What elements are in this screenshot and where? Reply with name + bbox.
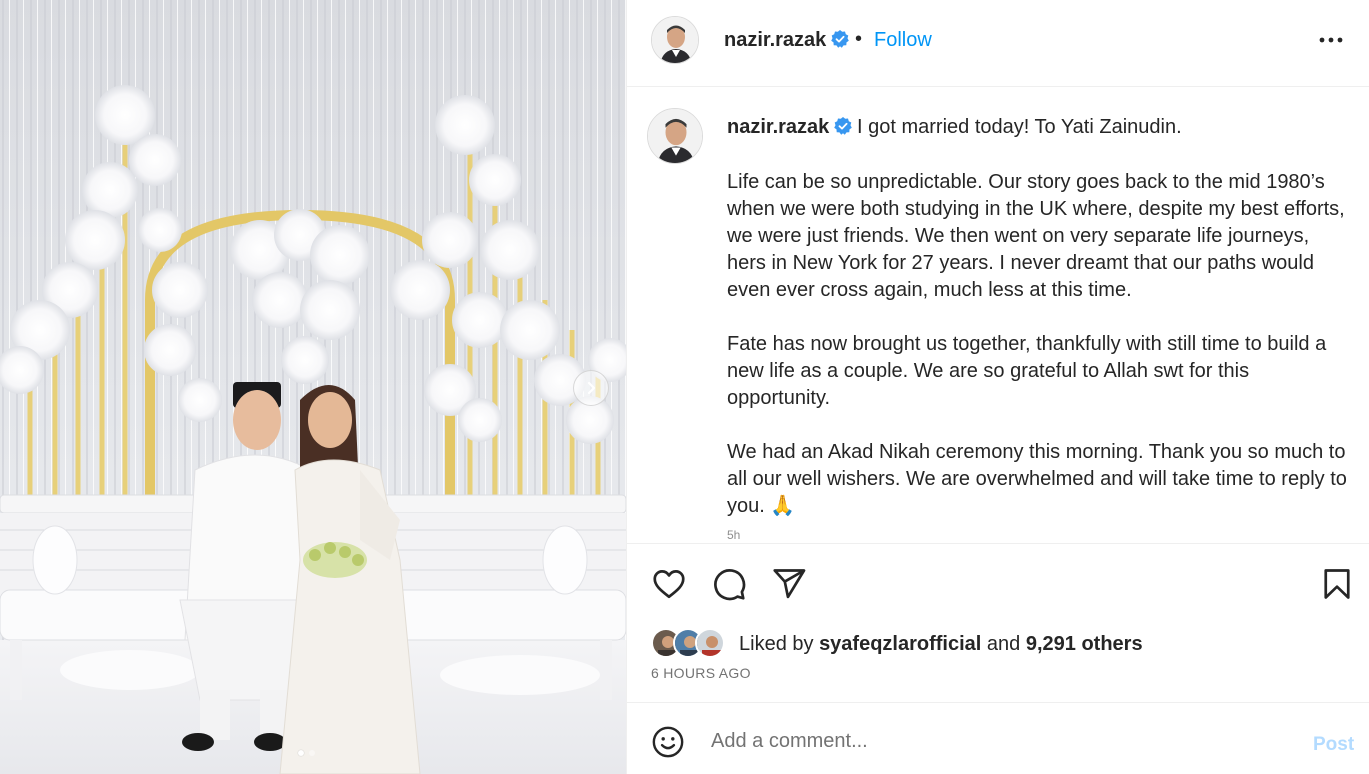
comment-bubble-icon xyxy=(714,569,746,601)
post-side-panel: nazir.razak • Follow nazir.razak I got m… xyxy=(626,0,1369,774)
author-avatar[interactable] xyxy=(651,16,699,64)
save-button[interactable] xyxy=(1319,566,1355,602)
heart-icon xyxy=(653,570,685,599)
caption-author-avatar[interactable] xyxy=(647,108,703,164)
emoji-button[interactable] xyxy=(651,725,685,759)
liker-avatars[interactable] xyxy=(651,628,731,660)
author-username[interactable]: nazir.razak xyxy=(724,29,850,52)
avatar-image xyxy=(648,109,702,163)
wedding-photo xyxy=(0,0,626,774)
more-options-button[interactable] xyxy=(1317,30,1345,50)
caption-paragraph: Fate has now brought us together, thankf… xyxy=(727,333,1327,409)
caption-username[interactable]: nazir.razak xyxy=(727,116,853,139)
verified-badge-icon xyxy=(834,117,853,135)
likes-text: Liked by syafeqzlarofficial and 9,291 ot… xyxy=(739,633,1143,656)
share-button[interactable] xyxy=(771,566,807,602)
likes-prefix: Liked by xyxy=(739,633,814,655)
comment-button[interactable] xyxy=(711,566,747,602)
post-comment-button[interactable]: Post xyxy=(1313,734,1354,756)
post-header: nazir.razak • Follow xyxy=(627,0,1369,87)
like-button[interactable] xyxy=(651,566,687,602)
header-separator: • xyxy=(855,28,863,50)
bookmark-icon xyxy=(1324,569,1350,599)
paper-plane-icon xyxy=(773,569,806,599)
first-liker-link[interactable]: syafeqzlarofficial xyxy=(819,633,981,655)
caption-body: Life can be so unpredictable. Our story … xyxy=(727,169,1347,543)
caption-timestamp[interactable]: 5h xyxy=(727,528,740,542)
chevron-right-icon xyxy=(587,381,596,395)
more-options-icon xyxy=(1319,37,1343,43)
post-caption: nazir.razak I got married today! To Yati… xyxy=(627,88,1369,543)
comment-input[interactable] xyxy=(711,723,1271,759)
caption-username-text[interactable]: nazir.razak xyxy=(727,116,829,138)
liker-avatar xyxy=(695,628,725,658)
comment-composer: Post xyxy=(627,702,1369,774)
carousel-indicator xyxy=(298,750,315,756)
caption-paragraph: We had an Akad Nikah ceremony this morni… xyxy=(727,441,1347,517)
avatar-image xyxy=(697,630,723,656)
caption-paragraph: Life can be so unpredictable. Our story … xyxy=(727,171,1345,301)
post-photo[interactable] xyxy=(0,0,626,774)
verified-badge-icon xyxy=(831,30,850,48)
avatar-image xyxy=(652,17,698,63)
action-bar xyxy=(627,543,1369,623)
post-time-ago[interactable]: 6 HOURS AGO xyxy=(651,665,751,681)
smiley-icon xyxy=(652,726,684,758)
caption-first-line: I got married today! To Yati Zainudin. xyxy=(857,116,1182,138)
carousel-next-button[interactable] xyxy=(573,370,609,406)
likes-others-link[interactable]: 9,291 others xyxy=(1026,633,1143,655)
author-username-text[interactable]: nazir.razak xyxy=(724,29,826,51)
carousel-dot xyxy=(309,750,315,756)
carousel-dot-active xyxy=(298,750,304,756)
follow-button[interactable]: Follow xyxy=(874,29,932,52)
likes-joiner: and xyxy=(986,633,1021,655)
